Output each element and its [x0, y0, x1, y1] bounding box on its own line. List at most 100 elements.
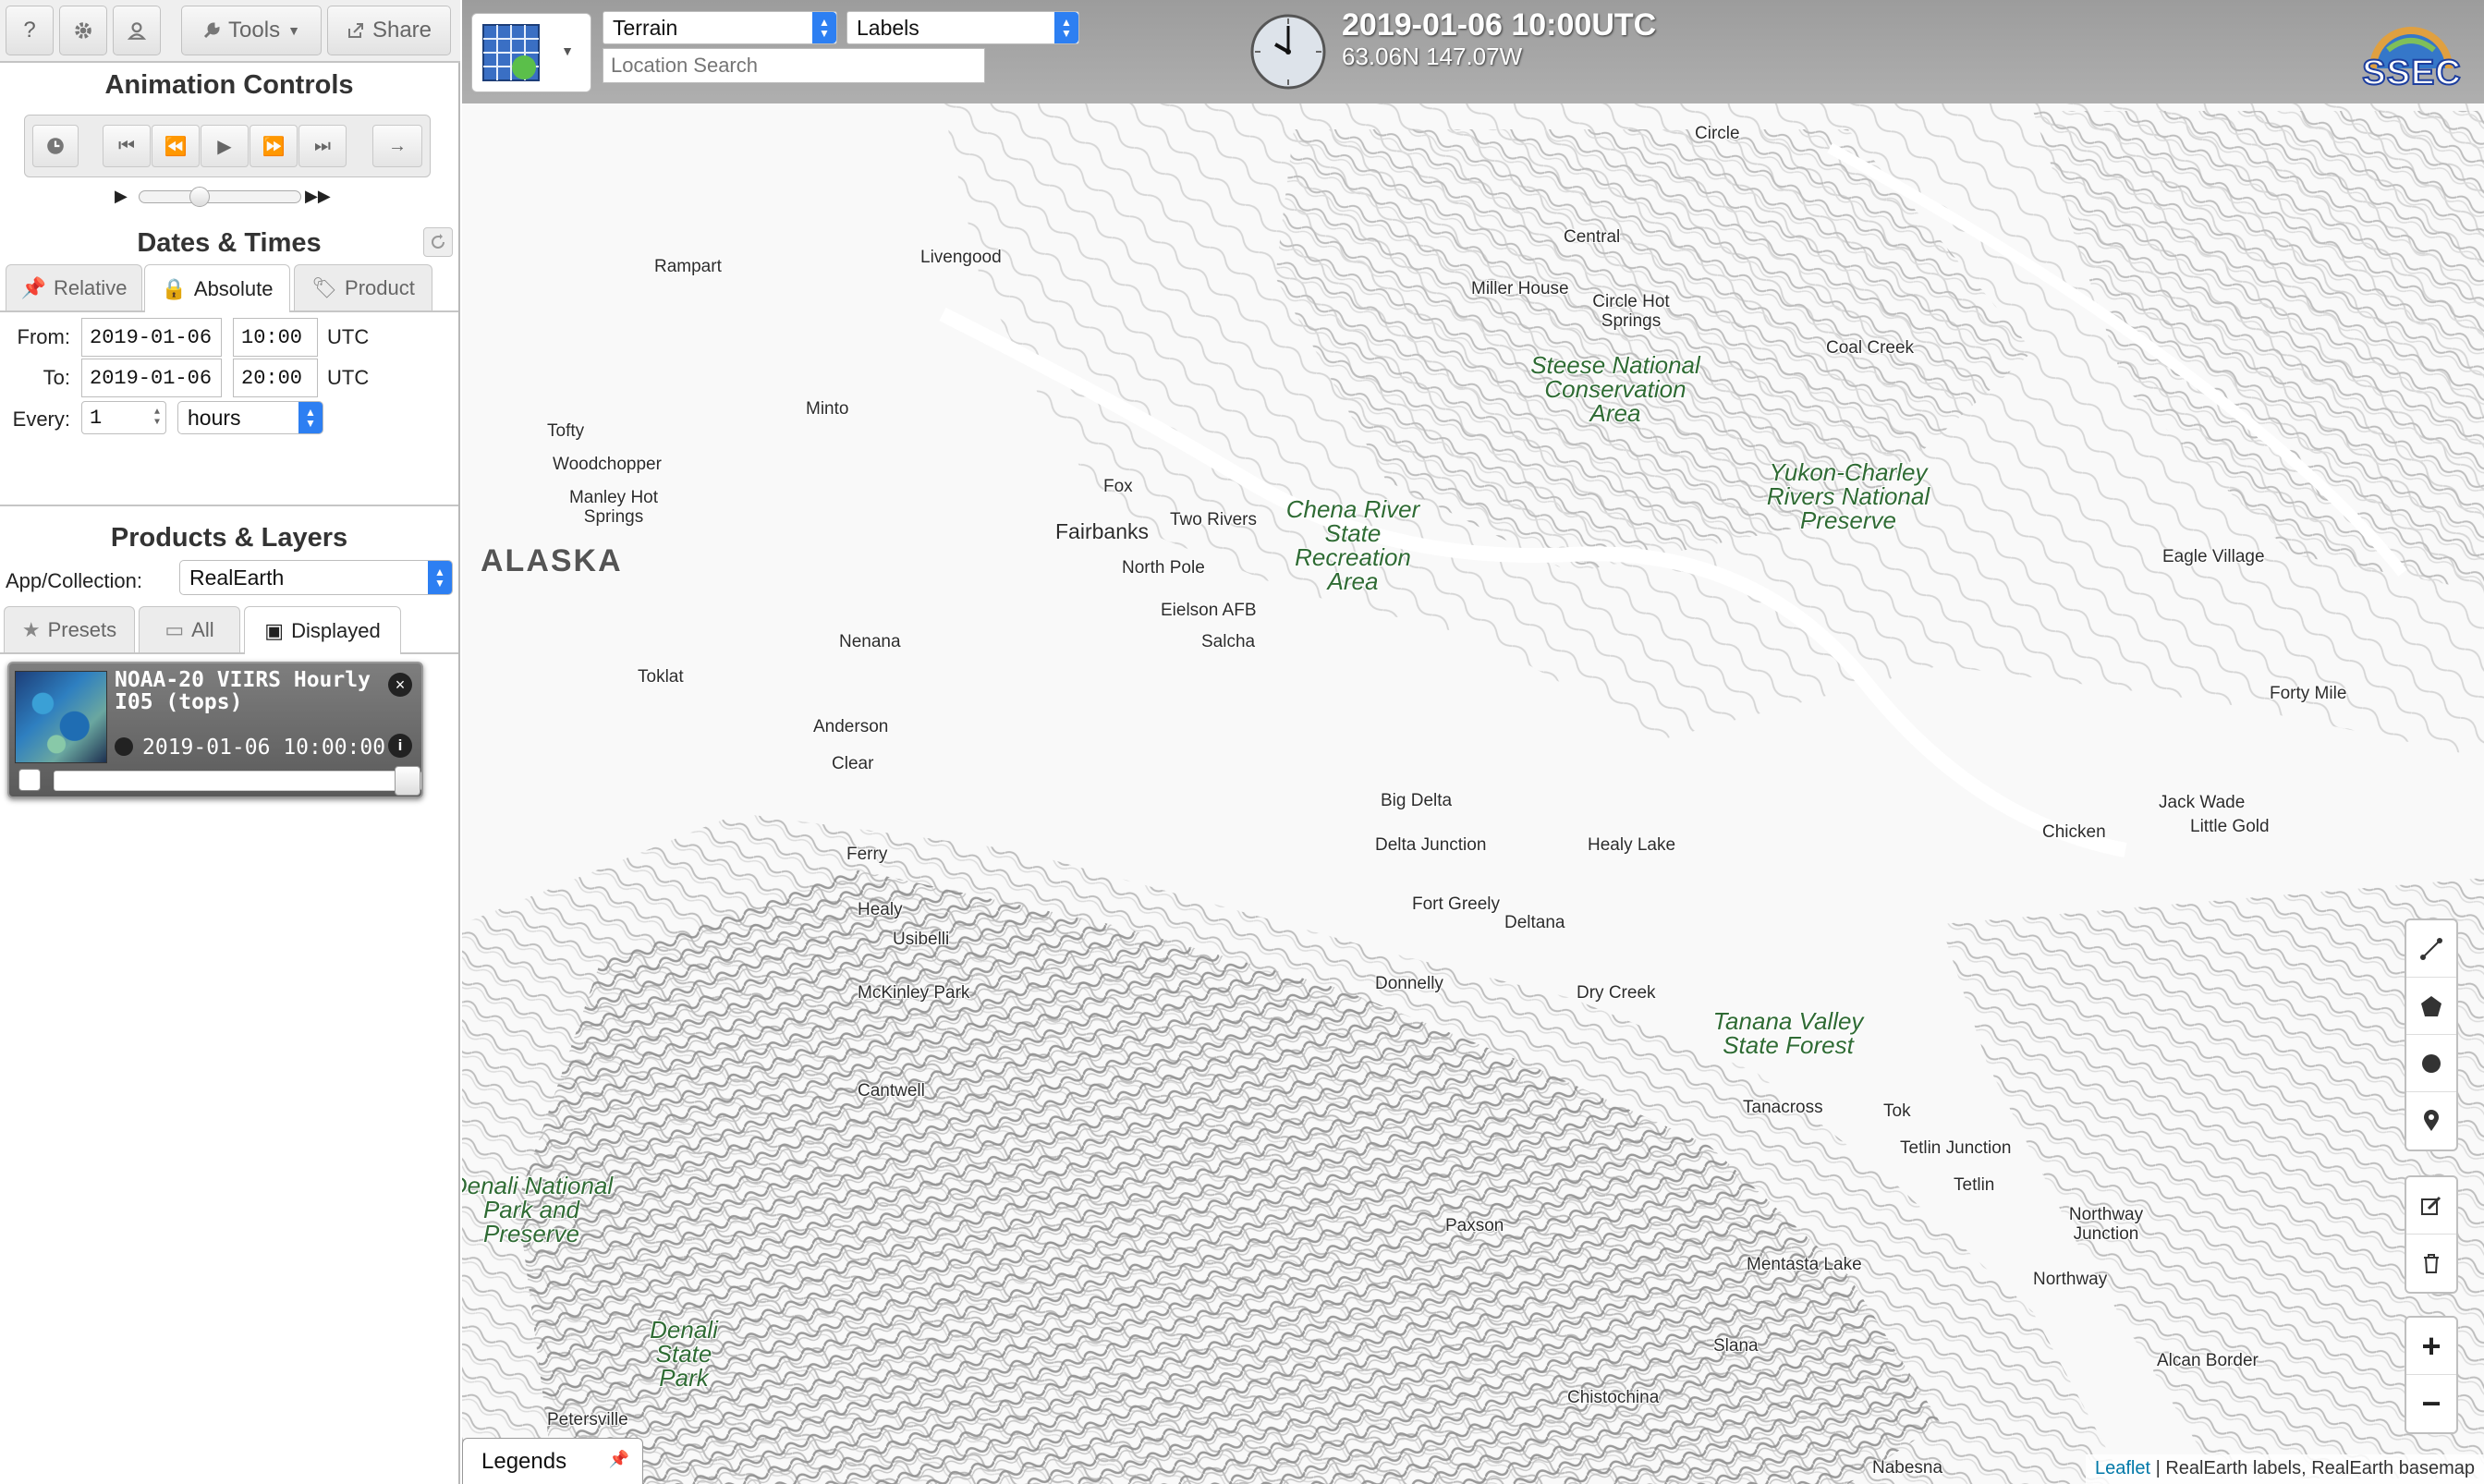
every-unit-select[interactable]: hours ▲ ▼ — [177, 401, 323, 434]
user-button[interactable] — [113, 6, 161, 55]
clock-icon — [47, 138, 64, 154]
draw-polygon-button[interactable] — [2406, 978, 2456, 1035]
leaflet-link[interactable]: Leaflet — [2095, 1458, 2150, 1478]
app-collection-value: RealEarth — [189, 565, 285, 590]
tab-absolute[interactable]: 🔒 Absolute — [144, 264, 290, 312]
place-label: Livengood — [920, 248, 1002, 267]
current-datetime: 2019-01-06 10:00UTC — [1342, 7, 1657, 43]
legends-button[interactable]: Legends 📌 — [462, 1438, 643, 1484]
last-frame-button[interactable]: ⏭ — [298, 125, 347, 167]
tab-product-label: Product — [345, 275, 415, 299]
rock-loop-button[interactable]: → — [372, 125, 422, 167]
layer-visibility-checkbox[interactable] — [18, 769, 41, 791]
animation-clock-button[interactable] — [32, 125, 79, 167]
animation-controls-title: Animation Controls — [104, 70, 354, 100]
location-search-input[interactable] — [603, 48, 985, 83]
help-button[interactable]: ? — [6, 6, 54, 55]
first-frame-icon: ⏮ — [118, 135, 135, 156]
overlay-select[interactable]: Labels ▲ ▼ — [846, 11, 1079, 44]
help-icon: ? — [23, 18, 36, 43]
user-icon — [127, 22, 147, 40]
place-label: Petersville — [547, 1410, 628, 1429]
place-label: Eielson AFB — [1161, 601, 1257, 620]
place-label: Cantwell — [858, 1081, 925, 1101]
step-forward-button[interactable]: ⏩ — [250, 125, 298, 167]
place-label: Rampart — [654, 257, 722, 276]
gear-icon — [75, 22, 91, 39]
place-label: Little Gold — [2190, 817, 2270, 836]
every-value: 1 — [90, 406, 103, 430]
edit-icon — [2421, 1196, 2441, 1215]
layer-opacity-slider[interactable] — [54, 766, 421, 796]
speed-slider[interactable] — [139, 187, 301, 207]
place-label: Fort Greely — [1412, 894, 1501, 914]
settings-button[interactable] — [59, 6, 107, 55]
map-view[interactable]: ▼ Terrain ▲▼ Labels ▲▼ 2019-01-06 10:00U… — [462, 0, 2484, 1484]
reset-dates-button[interactable] — [423, 227, 453, 257]
place-label: Tetlin Junction — [1900, 1138, 2012, 1158]
edit-layers-button[interactable] — [2406, 1177, 2456, 1235]
place-label: Paxson — [1445, 1216, 1504, 1235]
to-date-input[interactable]: 2019-01-06 — [81, 359, 222, 397]
stepper-arrows-icon: ▲ ▼ — [153, 407, 160, 428]
fast-forward-icon: ⏩ — [262, 136, 286, 157]
play-icon: ▶ — [217, 136, 232, 157]
place-label: Healy — [858, 900, 903, 919]
polygon-icon — [2421, 995, 2441, 1016]
speed-slider-thumb[interactable] — [189, 187, 210, 207]
tab-presets[interactable]: ★ Presets — [4, 606, 135, 652]
polyline-icon — [2420, 937, 2442, 960]
zoom-out-button[interactable]: − — [2406, 1375, 2456, 1432]
from-time-input[interactable]: 10:00 — [233, 318, 318, 357]
layer-title: NOAA-20 VIIRS Hourly I05 (tops) — [115, 668, 371, 714]
place-label: Slana — [1713, 1336, 1759, 1356]
share-button[interactable]: Share — [327, 6, 451, 55]
layer-card[interactable]: NOAA-20 VIIRS Hourly I05 (tops) × 2019-0… — [7, 662, 423, 798]
speed-slow-icon: ▶ — [115, 187, 128, 205]
draw-circle-button[interactable] — [2406, 1035, 2456, 1092]
to-time-input[interactable]: 20:00 — [233, 359, 318, 397]
tab-displayed[interactable]: ▣ Displayed — [244, 606, 401, 654]
every-value-stepper[interactable]: 1 ▲ ▼ — [81, 401, 166, 434]
delete-layers-button[interactable] — [2406, 1235, 2456, 1292]
grid-layers-icon — [482, 24, 540, 81]
image-icon: ▣ — [264, 618, 285, 642]
basemap-value: Terrain — [613, 15, 678, 40]
tools-button[interactable]: Tools ▼ — [181, 6, 322, 55]
tab-all[interactable]: ▭ All — [139, 606, 240, 652]
caret-down-icon: ▼ — [287, 23, 300, 38]
select-arrows-icon: ▲ ▼ — [1054, 12, 1078, 43]
layer-clock-icon — [115, 737, 133, 756]
layer-switcher-button[interactable]: ▼ — [471, 13, 591, 92]
share-icon — [347, 23, 363, 38]
step-back-button[interactable]: ⏪ — [152, 125, 200, 167]
draw-toolbar — [2405, 918, 2458, 1151]
app-collection-select[interactable]: RealEarth ▲ ▼ — [179, 560, 453, 595]
tools-label: Tools — [228, 18, 281, 43]
first-frame-button[interactable]: ⏮ — [103, 125, 151, 167]
to-tz-label: UTC — [327, 366, 370, 389]
region-label: ALASKA — [481, 543, 623, 578]
circle-icon — [2422, 1053, 2441, 1073]
map-marker-icon — [2424, 1110, 2439, 1131]
place-label: Nenana — [839, 632, 901, 651]
close-icon: × — [395, 675, 406, 694]
overlay-value: Labels — [857, 15, 919, 40]
remove-layer-button[interactable]: × — [388, 673, 412, 697]
layer-opacity-thumb[interactable] — [395, 766, 420, 796]
layer-info-button[interactable]: i — [388, 734, 412, 758]
tab-product[interactable]: 🏷 Product — [294, 264, 432, 310]
draw-line-button[interactable] — [2406, 920, 2456, 978]
basemap-select[interactable]: Terrain ▲ ▼ — [603, 11, 837, 44]
tab-relative[interactable]: 📌 Relative — [6, 264, 142, 310]
folder-icon: ▭ — [164, 617, 185, 641]
from-date-input[interactable]: 2019-01-06 — [81, 318, 222, 357]
zoom-in-button[interactable]: + — [2406, 1318, 2456, 1375]
place-label: Clear — [832, 754, 874, 773]
play-button[interactable]: ▶ — [201, 125, 249, 167]
draw-marker-button[interactable] — [2406, 1092, 2456, 1149]
place-label: Forty Mile — [2270, 684, 2347, 703]
tab-absolute-label: Absolute — [193, 276, 274, 300]
place-label: Manley Hot Springs — [568, 488, 659, 527]
to-label: To: — [43, 366, 70, 389]
